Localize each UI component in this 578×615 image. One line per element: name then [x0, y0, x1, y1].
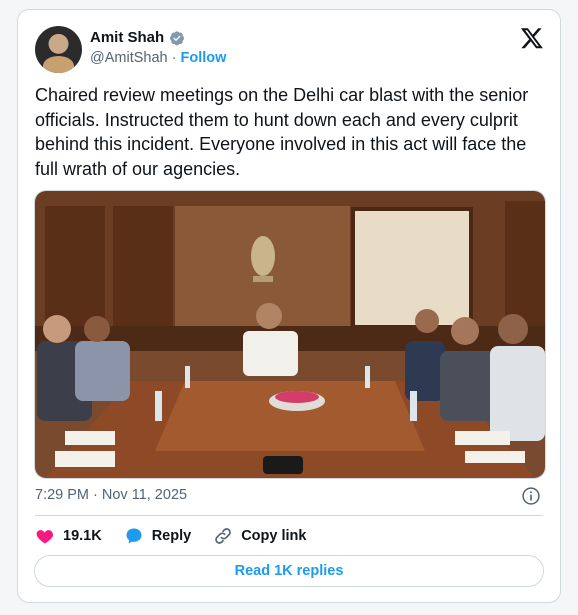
action-bar: 19.1K Reply Copy link	[35, 526, 328, 546]
author-name-row: Amit Shah	[90, 29, 185, 46]
x-logo-icon[interactable]	[520, 26, 544, 50]
reply-button[interactable]: Reply	[124, 526, 192, 546]
info-icon[interactable]	[521, 486, 541, 506]
like-button[interactable]: 19.1K	[35, 526, 102, 546]
verified-badge-icon	[170, 30, 185, 45]
link-icon	[215, 528, 231, 544]
meeting-photo-illustration	[35, 191, 545, 478]
tweet-card: Amit Shah @AmitShah · Follow Chaired rev…	[17, 9, 561, 603]
heart-icon	[36, 530, 54, 544]
read-replies-button[interactable]: Read 1K replies	[34, 555, 544, 587]
reply-bubble-icon	[126, 528, 142, 544]
author-name[interactable]: Amit Shah	[90, 29, 164, 46]
meeting-photo[interactable]	[34, 190, 546, 479]
author-handle[interactable]: @AmitShah	[90, 50, 168, 66]
like-count: 19.1K	[63, 528, 102, 544]
separator-dot: ·	[171, 50, 177, 66]
follow-button[interactable]: Follow	[181, 50, 227, 66]
timestamp[interactable]: 7:29 PM · Nov 11, 2025	[35, 487, 187, 503]
avatar[interactable]	[35, 26, 82, 73]
copy-link-label: Copy link	[241, 528, 307, 544]
tweet-text: Chaired review meetings on the Delhi car…	[35, 85, 529, 179]
divider	[35, 515, 543, 516]
handle-row: @AmitShah · Follow	[90, 50, 226, 66]
copy-link-button[interactable]: Copy link	[213, 526, 306, 546]
reply-label: Reply	[151, 528, 192, 544]
